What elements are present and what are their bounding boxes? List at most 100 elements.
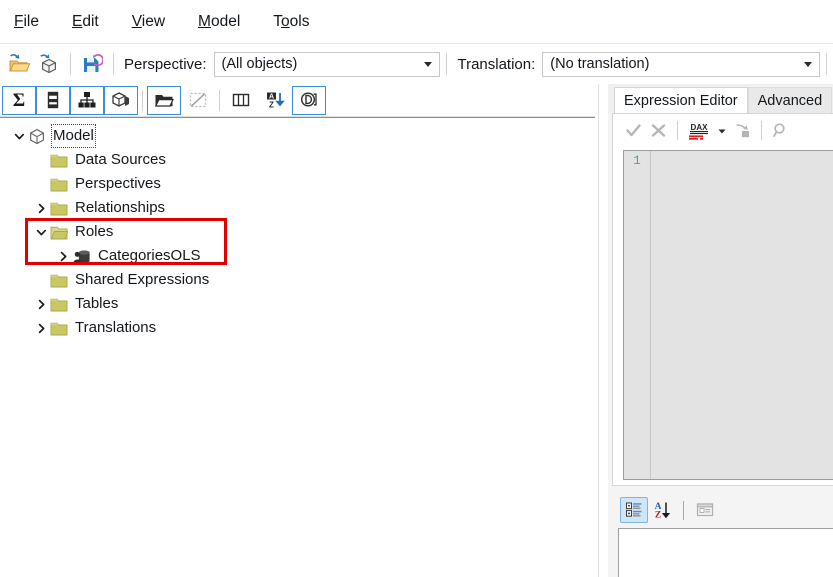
- editor-line-gutter: 1: [624, 151, 651, 479]
- cube-icon: [28, 127, 46, 146]
- properties-grid[interactable]: [618, 528, 833, 577]
- expander-placeholder: [32, 172, 50, 196]
- perspective-label: Perspective:: [124, 55, 207, 73]
- toolbar-separator: [70, 53, 71, 75]
- splitter-line: [598, 84, 599, 577]
- dax-cancel-button[interactable]: [646, 118, 671, 144]
- menu-bar: File Edit View Model Tools: [0, 0, 833, 44]
- tree-node-data-sources-label: Data Sources: [75, 151, 166, 168]
- toolbar-partitions[interactable]: [104, 85, 138, 115]
- dax-indent-button[interactable]: [730, 118, 755, 144]
- tabular-editor-window: File Edit View Model Tools Perspective: …: [0, 0, 833, 577]
- perspective-combobox[interactable]: (All objects): [213, 51, 441, 77]
- expression-editor-container: DAX 1: [612, 113, 833, 486]
- folder-icon: [50, 200, 68, 217]
- tree-node-translations[interactable]: Translations: [0, 316, 595, 340]
- tree-node-perspectives-label: Perspectives: [75, 175, 161, 192]
- toolbar-separator: [219, 89, 220, 111]
- svg-text:Z: Z: [655, 511, 661, 521]
- properties-pages-button[interactable]: [691, 497, 719, 523]
- tree-node-categoriesols[interactable]: CategoriesOLS: [0, 244, 595, 268]
- tree-node-shared-expressions[interactable]: Shared Expressions: [0, 268, 595, 292]
- chevron-down-icon[interactable]: [32, 220, 50, 244]
- tree-node-roles[interactable]: Roles: [0, 220, 595, 244]
- svg-text:A: A: [269, 94, 274, 101]
- toolbar-perspective-obj[interactable]: [292, 85, 326, 115]
- object-filter-toolbar: Σ A Z: [0, 84, 605, 117]
- folder-icon: [50, 176, 68, 193]
- folder-icon: [50, 152, 68, 169]
- menu-edit[interactable]: Edit: [72, 10, 116, 34]
- dax-toolbar: DAX: [613, 114, 833, 147]
- right-dock-panel: Expression Editor Advanced DAX 1 A Z: [608, 84, 833, 577]
- toolbar-separator: [826, 53, 827, 75]
- perspective-value: (All objects): [221, 56, 298, 72]
- menu-model[interactable]: Model: [198, 10, 257, 34]
- tab-advanced[interactable]: Advanced: [747, 87, 833, 113]
- properties-toolbar: A Z: [612, 494, 833, 526]
- folder-icon: [50, 296, 68, 313]
- tree-node-relationships-label: Relationships: [75, 199, 166, 216]
- translation-label: Translation:: [457, 55, 536, 73]
- vertical-splitter[interactable]: [595, 84, 608, 577]
- role-icon: [72, 248, 91, 265]
- toolbar-measures[interactable]: Σ: [2, 85, 36, 115]
- editor-code-area[interactable]: [651, 151, 833, 479]
- model-tree-panel[interactable]: Model Data Sources Perspectives Relationshi…: [0, 117, 595, 577]
- chevron-right-icon[interactable]: [54, 244, 72, 268]
- chevron-down-icon[interactable]: [417, 53, 439, 76]
- tree-node-roles-label: Roles: [75, 223, 114, 240]
- toolbar-separator: [683, 500, 684, 520]
- model-tree: Model Data Sources Perspectives Relationshi…: [0, 118, 595, 340]
- tree-node-translations-label: Translations: [75, 319, 157, 336]
- open-folder-refresh-icon[interactable]: [4, 49, 34, 79]
- folder-open-icon: [50, 224, 68, 241]
- properties-panel: A Z: [612, 494, 833, 577]
- tree-node-categoriesols-label: CategoriesOLS: [98, 247, 201, 264]
- chevron-down-icon[interactable]: [10, 124, 28, 148]
- dax-format-dropdown[interactable]: [714, 118, 730, 144]
- dax-find-button[interactable]: [768, 118, 793, 144]
- tab-expression-editor[interactable]: Expression Editor: [614, 87, 748, 113]
- editor-line-number: 1: [633, 154, 641, 168]
- svg-text:Σ: Σ: [13, 90, 25, 111]
- toolbar-separator: [446, 53, 448, 75]
- toolbar-separator: [761, 121, 762, 140]
- toolbar-separator: [677, 121, 678, 140]
- toolbar-separator: [142, 89, 143, 111]
- menu-tools[interactable]: Tools: [273, 10, 326, 34]
- chevron-right-icon[interactable]: [32, 196, 50, 220]
- tree-node-model-label: Model: [51, 124, 96, 148]
- toolbar-columns[interactable]: [36, 85, 70, 115]
- properties-categorized-button[interactable]: [620, 497, 648, 523]
- tree-node-perspectives[interactable]: Perspectives: [0, 172, 595, 196]
- toolbar-display-folders[interactable]: [147, 85, 181, 115]
- toolbar-all-columns[interactable]: [224, 86, 258, 115]
- tree-node-relationships[interactable]: Relationships: [0, 196, 595, 220]
- toolbar-sort-az[interactable]: A Z: [258, 86, 292, 115]
- tree-node-model[interactable]: Model: [0, 124, 595, 148]
- tree-node-tables[interactable]: Tables: [0, 292, 595, 316]
- properties-alphabetical-button[interactable]: A Z: [648, 497, 676, 523]
- menu-view[interactable]: View: [132, 10, 182, 34]
- folder-icon: [50, 272, 68, 289]
- dax-format-button[interactable]: DAX: [684, 118, 714, 144]
- expander-placeholder: [32, 268, 50, 292]
- dax-accept-button[interactable]: [621, 118, 646, 144]
- chevron-down-icon[interactable]: [797, 53, 819, 76]
- svg-text:Z: Z: [269, 101, 274, 110]
- dax-format-text: DAX: [691, 123, 709, 132]
- toolbar-hidden-objects[interactable]: [181, 86, 215, 115]
- chevron-right-icon[interactable]: [32, 292, 50, 316]
- tab-advanced-label: Advanced: [757, 92, 823, 109]
- expression-editor-textarea[interactable]: 1: [623, 150, 833, 480]
- save-floppy-icon[interactable]: [77, 49, 107, 79]
- menu-file[interactable]: File: [14, 10, 56, 34]
- toolbar-hierarchies[interactable]: [70, 85, 104, 115]
- tree-node-tables-label: Tables: [75, 295, 119, 312]
- translation-combobox[interactable]: (No translation): [542, 51, 820, 77]
- cube-refresh-icon[interactable]: [34, 49, 64, 79]
- tree-node-data-sources[interactable]: Data Sources: [0, 148, 595, 172]
- chevron-right-icon[interactable]: [32, 316, 50, 340]
- main-toolbar: Perspective: (All objects) Translation: …: [0, 44, 833, 84]
